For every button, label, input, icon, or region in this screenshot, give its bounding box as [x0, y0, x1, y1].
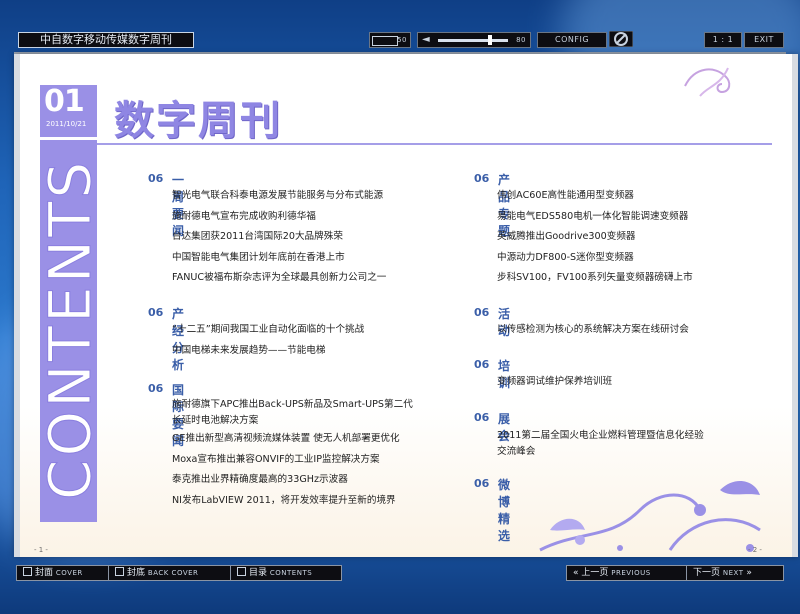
section-heading[interactable]: 微博精选	[498, 476, 510, 544]
toc-link[interactable]: 台达集团获2011台湾国际20大品牌殊荣	[172, 227, 386, 248]
page-title: 数字周刊	[114, 98, 282, 144]
volume-control[interactable]: ◄ 80	[417, 32, 531, 48]
toc-link[interactable]: Moxa宣布推出兼容ONVIF的工业IP监控解决方案	[172, 450, 413, 471]
contents-button[interactable]: 目录 CONTENTS	[230, 565, 342, 581]
issue-date: 2011/10/21	[46, 120, 87, 128]
next-page-button[interactable]: 下一页 NEXT »	[686, 565, 784, 581]
window-title: 中自数字移动传媒数字周刊	[18, 32, 194, 48]
volume-slider-thumb[interactable]	[488, 35, 492, 45]
issue-number: 01	[44, 84, 85, 119]
toc-link[interactable]: 智光电气联合科泰电源发展节能服务与分布式能源	[172, 186, 386, 207]
zoom-button[interactable]: 1 : 1	[704, 32, 742, 48]
contents-label: 目录	[249, 568, 268, 578]
contents-label-en: CONTENTS	[269, 569, 313, 577]
toc-link[interactable]: 以传感检测为核心的系统解决方案在线研讨会	[497, 320, 689, 341]
previous-label-en: PREVIOUS	[611, 569, 651, 577]
toc-link[interactable]: 交流峰会	[497, 444, 704, 460]
toc-link[interactable]: “十二五”期间我国工业自动化面临的十个挑战	[172, 320, 364, 341]
speaker-icon: ◄	[422, 34, 431, 45]
section-page-number: 06	[148, 306, 164, 319]
cover-button[interactable]: 封面 COVER	[16, 565, 118, 581]
section-events-items: 以传感检测为核心的系统解决方案在线研讨会	[497, 320, 689, 341]
section-exhibition-items: 2011第二届全国火电企业燃料管理暨信息化经验 交流峰会	[497, 428, 704, 460]
header-divider	[97, 143, 772, 145]
section-international-news-items: 施耐德旗下APC推出Back-UPS新品及Smart-UPS第二代 长延时电池解…	[172, 398, 413, 511]
sound-toggle-icon[interactable]	[609, 31, 633, 47]
section-training-items: 变频器调试维护保养培训班	[497, 372, 612, 393]
page-indicator-icon	[372, 36, 398, 46]
config-button[interactable]: CONFIG	[537, 32, 607, 48]
button-square-icon	[23, 567, 32, 576]
toc-link[interactable]: 中源动力DF800-S迷你型变频器	[497, 248, 693, 269]
section-product-feature-items: 伟创AC60E高性能通用型变频器 易能电气EDS580电机一体化智能调速变频器 …	[497, 186, 693, 289]
toc-link[interactable]: 英威腾推出Goodrive300变频器	[497, 227, 693, 248]
next-label: 下一页	[693, 568, 721, 578]
next-label-en: NEXT	[722, 569, 744, 577]
chevron-left-icon: «	[573, 568, 579, 578]
left-page-number: - 1 -	[34, 546, 48, 554]
top-toolbar: 中自数字移动传媒数字周刊 50 ◄ 80 CONFIG 1 : 1 EXIT	[0, 28, 800, 52]
chevron-right-icon: »	[746, 568, 752, 578]
back-cover-label: 封底	[127, 568, 146, 578]
section-page-number: 06	[474, 477, 490, 490]
toc-link[interactable]: FANUC被福布斯杂志评为全球最具创新力公司之一	[172, 268, 386, 289]
section-page-number: 06	[474, 358, 490, 371]
exit-button[interactable]: EXIT	[744, 32, 784, 48]
toc-link[interactable]: 泰克推出业界精确度最高的33GHz示波器	[172, 470, 413, 491]
toc-link[interactable]: 施耐德电气宣布完成收购利德华福	[172, 207, 386, 228]
toc-link[interactable]: 变频器调试维护保养培训班	[497, 372, 612, 393]
page-number: 50	[397, 36, 407, 44]
floral-ornament-icon	[539, 480, 761, 552]
contents-side-label: CONTENTS	[36, 158, 105, 500]
section-page-number: 06	[474, 306, 490, 319]
section-weekly-news-items: 智光电气联合科泰电源发展节能服务与分布式能源 施耐德电气宣布完成收购利德华福 台…	[172, 186, 386, 289]
toc-link[interactable]: 中国电梯未来发展趋势——节能电梯	[172, 341, 364, 362]
toc-link[interactable]: NI发布LabVIEW 2011，将开发效率提升至新的境界	[172, 491, 413, 512]
cover-label-en: COVER	[55, 569, 83, 577]
section-page-number: 06	[474, 172, 490, 185]
right-page-number: - 2 -	[748, 546, 762, 554]
section-industry-analysis-items: “十二五”期间我国工业自动化面临的十个挑战 中国电梯未来发展趋势——节能电梯	[172, 320, 364, 361]
back-cover-button[interactable]: 封底 BACK COVER	[108, 565, 234, 581]
volume-slider-track[interactable]	[438, 39, 508, 42]
button-square-icon	[115, 567, 124, 576]
toc-link[interactable]: 中国智能电气集团计划年底前在香港上市	[172, 248, 386, 269]
swirl-ornament-icon	[684, 67, 731, 97]
previous-page-button[interactable]: « 上一页 PREVIOUS	[566, 565, 688, 581]
back-cover-label-en: BACK COVER	[147, 569, 199, 577]
toc-link[interactable]: GE推出新型高清视频流媒体装置 使无人机部署更优化	[172, 429, 413, 450]
section-page-number: 06	[148, 382, 164, 395]
section-page-number: 06	[148, 172, 164, 185]
toc-link[interactable]: 步科SV100，FV100系列矢量变频器磅礴上市	[497, 268, 693, 289]
cover-label: 封面	[35, 568, 54, 578]
previous-label: 上一页	[581, 568, 609, 578]
toc-link[interactable]: 施耐德旗下APC推出Back-UPS新品及Smart-UPS第二代	[172, 398, 413, 412]
toc-link[interactable]: 伟创AC60E高性能通用型变频器	[497, 186, 693, 207]
page-counter[interactable]: 50	[369, 32, 411, 48]
toc-link[interactable]: 易能电气EDS580电机一体化智能调速变频器	[497, 207, 693, 228]
button-square-icon	[237, 567, 246, 576]
section-page-number: 06	[474, 411, 490, 424]
toc-link[interactable]: 长延时电池解决方案	[172, 412, 413, 429]
toc-link[interactable]: 2011第二届全国火电企业燃料管理暨信息化经验	[497, 428, 704, 444]
volume-value: 80	[516, 36, 526, 44]
